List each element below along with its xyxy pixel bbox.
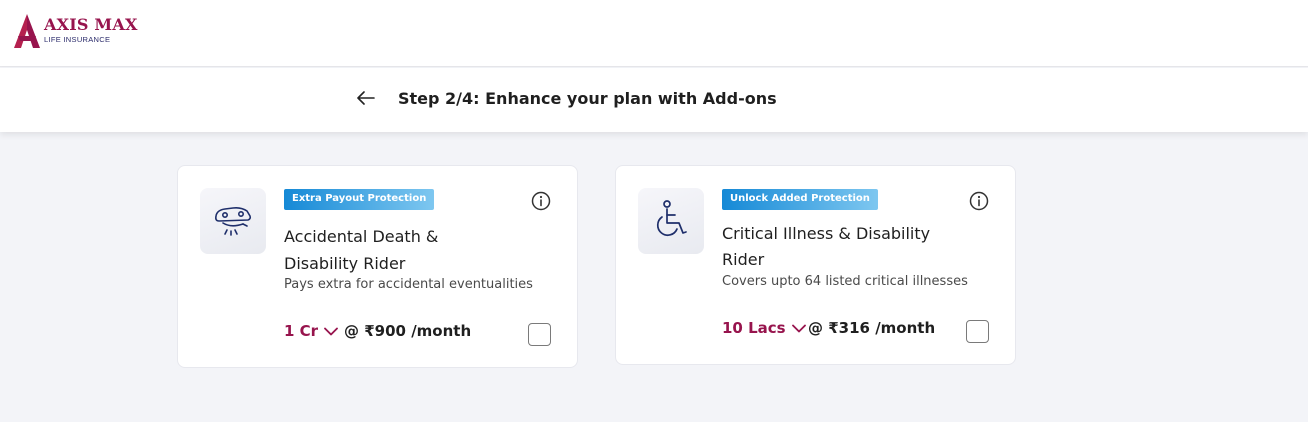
addon-icon-box [638, 188, 704, 254]
brand-name: AXIS MAX [44, 15, 138, 34]
cover-amount-dropdown[interactable]: 10 Lacs [722, 319, 806, 337]
accident-icon [215, 207, 252, 236]
brand-logo[interactable]: AXIS MAX LIFE INSURANCE [14, 14, 138, 48]
chevron-down-icon [324, 327, 338, 335]
info-icon[interactable] [531, 191, 551, 211]
arrow-left-icon [357, 91, 375, 105]
brand-subtitle: LIFE INSURANCE [44, 35, 111, 44]
logo-text: AXIS MAX LIFE INSURANCE [44, 15, 138, 45]
chevron-down-icon [791, 324, 806, 332]
info-icon[interactable] [969, 191, 989, 211]
addon-card-critical-illness: Unlock Added Protection Critical Illness… [615, 165, 1016, 365]
axis-logo-icon [14, 14, 40, 48]
cover-amount-value: 1 Cr [284, 322, 319, 340]
addon-icon-box [200, 188, 266, 254]
addon-tag: Unlock Added Protection [722, 189, 878, 210]
addon-card-accidental-death: Extra Payout Protection Accidental Death… [177, 165, 578, 368]
back-button[interactable] [354, 86, 378, 110]
cover-amount-value: 10 Lacs [722, 319, 786, 337]
addon-select-checkbox[interactable] [966, 320, 989, 343]
addon-price: @ ₹316 /month [808, 319, 936, 337]
addon-description: Pays extra for accidental eventualities [284, 277, 533, 292]
addon-title: Accidental Death & Disability Rider [284, 227, 439, 273]
addon-title: Critical Illness & Disability Rider [722, 224, 931, 269]
wheelchair-icon [656, 200, 687, 237]
addon-select-checkbox[interactable] [528, 323, 551, 346]
top-header: AXIS MAX LIFE INSURANCE [0, 0, 1308, 67]
step-header: Step 2/4: Enhance your plan with Add-ons [0, 68, 1308, 132]
addon-price: @ ₹900 /month [344, 322, 472, 340]
addon-description: Covers upto 64 listed critical illnesses [722, 274, 968, 289]
addon-tag: Extra Payout Protection [284, 189, 435, 210]
step-title: Step 2/4: Enhance your plan with Add-ons [398, 89, 777, 108]
cover-amount-dropdown[interactable]: 1 Cr [284, 322, 338, 340]
